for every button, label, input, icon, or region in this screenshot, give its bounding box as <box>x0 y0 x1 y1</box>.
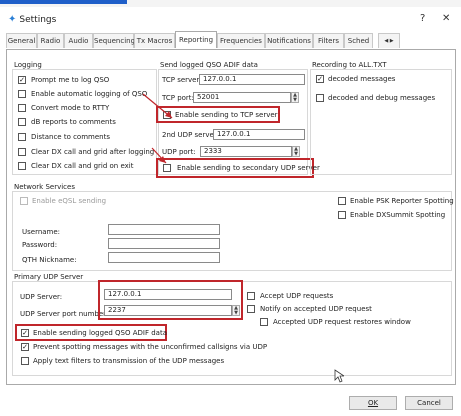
ok-button-label: OK <box>367 399 379 407</box>
notify-udp-label: Notify on accepted UDP request <box>260 305 372 313</box>
eqsl-checkbox[interactable] <box>20 197 28 205</box>
udp-group-title: Primary UDP Server <box>14 273 84 281</box>
username-label: Username: <box>22 228 61 236</box>
notify-udp-checkbox[interactable] <box>247 305 255 313</box>
restore-window-label: Accepted UDP request restores window <box>273 318 411 326</box>
decoded-messages-label: decoded messages <box>328 75 396 83</box>
udp-port-number-input[interactable]: 2237 <box>104 305 232 316</box>
arrow-to-tcp-head <box>165 111 172 118</box>
ok-button[interactable]: OK <box>349 396 397 410</box>
restore-window-checkbox[interactable] <box>260 318 268 326</box>
accept-udp-checkbox[interactable] <box>247 292 255 300</box>
cancel-button-label: Cancel <box>417 399 441 407</box>
decoded-debug-label: decoded and debug messages <box>328 94 436 102</box>
dxsummit-checkbox[interactable] <box>338 211 346 219</box>
username-input[interactable] <box>108 224 220 235</box>
eqsl-label: Enable eQSL sending <box>32 197 107 205</box>
recording-group <box>310 69 452 175</box>
password-input[interactable] <box>108 238 220 249</box>
apply-filters-label: Apply text filters to transmission of th… <box>33 357 225 365</box>
network-group-title: Network Services <box>14 183 75 191</box>
cancel-button[interactable]: Cancel <box>405 396 453 410</box>
udp-port-number-spinner[interactable]: ▲ ▼ <box>232 305 240 316</box>
psk-reporter-label: Enable PSK Reporter Spotting <box>350 197 454 205</box>
password-label: Password: <box>22 241 58 249</box>
decoded-debug-checkbox[interactable] <box>316 94 324 102</box>
enable-adif-checkbox[interactable]: ✓ <box>21 329 29 337</box>
udp-server-label: UDP Server: <box>20 293 63 301</box>
prevent-spotting-checkbox[interactable]: ✓ <box>21 343 29 351</box>
dxsummit-label: Enable DXSummit Spotting <box>350 211 446 219</box>
enable-adif-label: Enable sending logged QSO ADIF data <box>33 329 167 337</box>
psk-reporter-checkbox[interactable] <box>338 197 346 205</box>
accept-udp-label: Accept UDP requests <box>260 292 334 300</box>
qth-nickname-input[interactable] <box>108 252 220 263</box>
udp-port-number-label: UDP Server port number: <box>20 310 109 318</box>
udp-server-input[interactable]: 127.0.0.1 <box>104 289 232 300</box>
recording-group-title: Recording to ALL.TXT <box>312 61 387 69</box>
qth-nickname-label: QTH Nickname: <box>22 256 77 264</box>
mouse-cursor-icon <box>334 369 344 383</box>
decoded-messages-checkbox[interactable]: ✓ <box>316 75 324 83</box>
apply-filters-checkbox[interactable] <box>21 357 29 365</box>
prevent-spotting-label: Prevent spotting messages with the uncon… <box>33 343 268 351</box>
